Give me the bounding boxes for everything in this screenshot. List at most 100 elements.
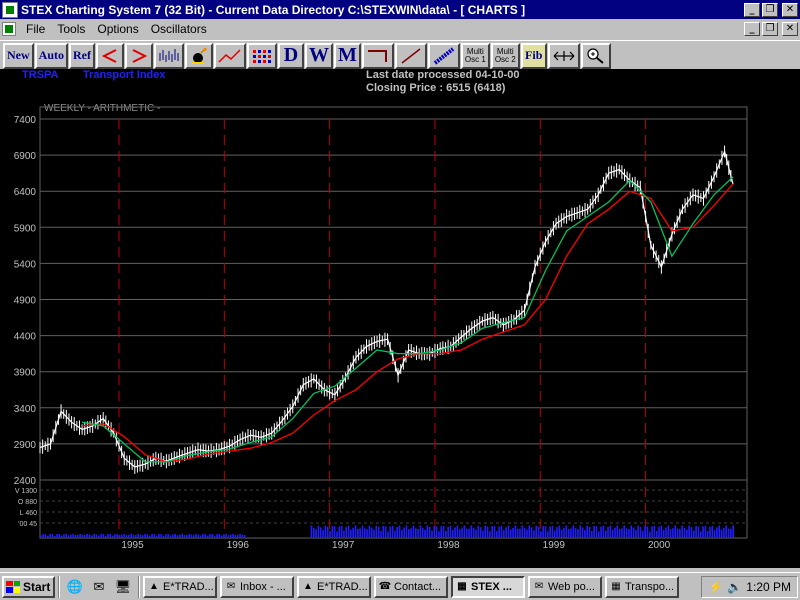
volume-bar-227 (630, 525, 633, 538)
restore-button[interactable]: ❐ (762, 2, 778, 17)
volume-bar-93 (319, 527, 322, 538)
volume-bar-168 (493, 526, 496, 538)
volume-bar-37 (125, 535, 128, 538)
arrow-left-icon[interactable] (96, 42, 125, 69)
volume-bar-140 (428, 527, 431, 538)
volume-bar-266 (720, 529, 723, 538)
taskbar-button-2[interactable]: ▲ E*TRAD... (297, 575, 371, 598)
hatched-line-icon[interactable] (427, 42, 460, 69)
y-tick-label-6: 5400 (14, 259, 37, 270)
task-app-icon: ▲ (149, 580, 159, 592)
new-button[interactable]: New (3, 42, 34, 69)
trendline-icon[interactable] (394, 42, 427, 69)
volume-bar-240 (660, 525, 663, 538)
bracket-icon[interactable] (361, 42, 394, 69)
taskbar-button-1[interactable]: ✉ Inbox - ... (220, 575, 294, 598)
volume-bar-170 (498, 526, 500, 538)
auto-button[interactable]: Auto (34, 42, 69, 69)
volume-bar-130 (405, 525, 408, 538)
monthly-button[interactable]: M (334, 42, 361, 69)
child-minimize-button[interactable]: _ (744, 21, 760, 36)
minimize-button[interactable]: _ (744, 2, 760, 17)
volume-bar-129 (403, 527, 405, 538)
volume-bar-108 (354, 525, 357, 538)
child-restore-button[interactable]: ❐ (762, 21, 778, 36)
volume-bar-12 (67, 535, 70, 538)
volume-bar-262 (711, 525, 714, 538)
volume-bar-15 (74, 535, 77, 538)
fib-button[interactable]: Fib (520, 42, 547, 69)
volume-bar-124 (391, 525, 394, 538)
volume-bar-63 (185, 534, 188, 538)
arrow-right-icon[interactable] (125, 42, 154, 69)
task-app-icon: ☎ (378, 580, 392, 592)
menu-options[interactable]: Options (91, 22, 144, 36)
volume-bar-265 (718, 525, 721, 538)
y-tick-label-7: 5900 (14, 223, 37, 234)
bar-chart-icon[interactable] (154, 42, 185, 69)
volume-bar-253 (690, 527, 693, 538)
price-chart[interactable]: 2400 2900 3400 3900 4400 4900 5400 5900 6400 6900… (0, 69, 800, 568)
volume-bar-39 (130, 533, 132, 538)
volume-bar-239 (658, 526, 660, 538)
menu-oscillators[interactable]: Oscillators (145, 22, 213, 36)
daily-button[interactable]: D (278, 42, 305, 69)
child-close-button[interactable]: ✕ (782, 21, 798, 36)
menu-tools[interactable]: Tools (51, 22, 91, 36)
volume-bar-106 (350, 529, 352, 538)
network-icon[interactable]: ⚡ (708, 580, 723, 594)
volume-bar-147 (445, 530, 447, 538)
menu-file[interactable]: File (20, 22, 51, 36)
ref-button[interactable]: Ref (69, 42, 96, 69)
taskbar-button-6[interactable]: ▦ Transpo... (605, 575, 679, 598)
line-chart-icon[interactable] (214, 42, 247, 69)
volume-bar-51 (158, 534, 160, 538)
app-icon[interactable] (2, 1, 18, 18)
volume-bar-257 (699, 531, 702, 538)
outlook-quicklaunch-icon[interactable]: ✉ (89, 577, 109, 597)
taskbar-button-0[interactable]: ▲ E*TRAD... (143, 575, 217, 598)
zoom-icon[interactable] (580, 42, 611, 69)
volume-bar-146 (442, 526, 445, 538)
volume-bar-221 (616, 525, 619, 538)
weekly-button[interactable]: W (305, 42, 334, 69)
multi-osc-1-button[interactable]: Multi Osc 1 (460, 42, 490, 69)
document-icon[interactable] (2, 21, 16, 36)
volume-bar-52 (160, 534, 163, 538)
start-button[interactable]: Start (2, 575, 55, 598)
task-app-icon: ▲ (303, 580, 313, 592)
taskbar-button-3[interactable]: ☎ Contact... (374, 575, 448, 598)
volume-bar-126 (396, 526, 398, 538)
volume-bar-261 (709, 526, 711, 538)
volume-bar-187 (537, 526, 540, 538)
volume-bar-81 (227, 535, 230, 538)
system-tray: ⚡ 🔈 1:20 PM (701, 575, 798, 598)
volume-bar-197 (560, 529, 563, 538)
volume-bar-6 (53, 535, 56, 538)
volume-bar-166 (489, 531, 491, 538)
volume-bar-136 (419, 525, 422, 538)
chart-panel[interactable]: TRSPA Transport Index Last date processe… (0, 69, 800, 568)
task-label: STEX ... (471, 580, 512, 593)
volume-bar-158 (470, 525, 473, 538)
close-button[interactable]: ✕ (782, 2, 798, 17)
taskbar-button-4[interactable]: ▦ STEX ... (451, 575, 525, 598)
volume-bar-193 (551, 525, 554, 538)
grid-icon[interactable] (247, 42, 278, 69)
taskbar-button-5[interactable]: ✉ Web po... (528, 575, 602, 598)
volume-bar-150 (452, 530, 454, 538)
volume-bar-226 (628, 529, 630, 538)
volume-bar-118 (377, 526, 380, 538)
volume-icon[interactable]: 🔈 (727, 580, 742, 594)
volume-bar-38 (128, 534, 130, 538)
desktop-quicklaunch-icon[interactable]: 🖥 (113, 577, 133, 597)
x-tick-label-2: 1997 (332, 540, 355, 551)
bomb-icon[interactable] (185, 42, 214, 69)
zoom-width-icon[interactable] (547, 42, 580, 69)
volume-bar-41 (134, 534, 137, 538)
multi-osc-2-button[interactable]: Multi Osc 2 (490, 42, 520, 69)
ie-quicklaunch-icon[interactable]: 🌐 (65, 577, 85, 597)
volume-bar-251 (686, 529, 688, 538)
volume-bar-210 (591, 530, 593, 538)
volume-bar-160 (475, 529, 477, 538)
